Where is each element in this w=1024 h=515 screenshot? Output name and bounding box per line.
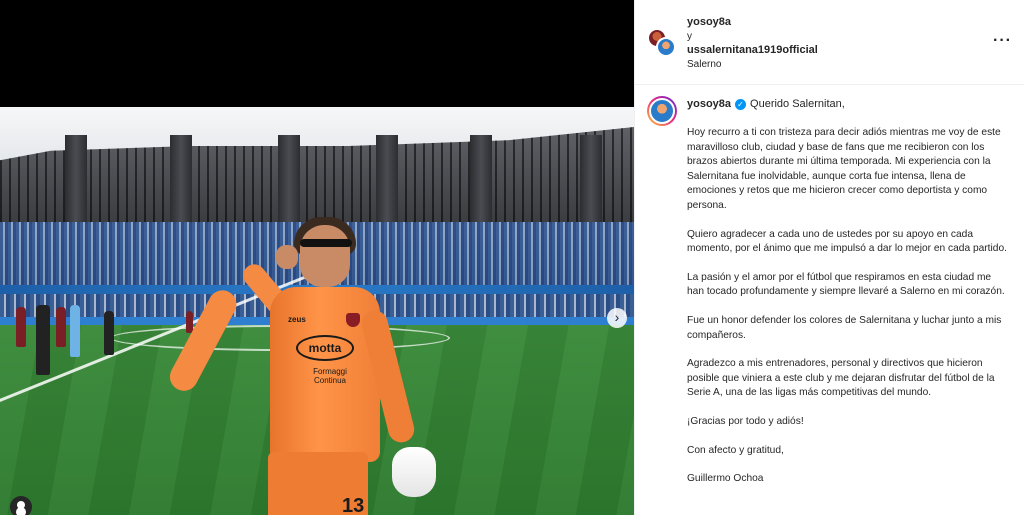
caption-paragraph: Agradezco a mis entrenadores, personal y…	[687, 358, 995, 399]
background-player	[104, 311, 114, 355]
caption-greeting: Querido Salernitan,	[750, 98, 845, 110]
caption-area: yosoy8a ✓ Querido Salernitan, Hoy recurr…	[635, 86, 1024, 515]
goalkeeper-figure: zeus motta Formaggi Continua 13	[164, 217, 450, 515]
kit-brand-label: zeus	[288, 315, 306, 324]
collab-avatars[interactable]	[647, 28, 677, 58]
caption-avatar[interactable]	[647, 96, 677, 126]
more-options-icon[interactable]: ···	[993, 32, 1012, 50]
caption-paragraph: Quiero agradecer a cada uno de ustedes p…	[687, 228, 1007, 255]
caption-paragraph: Con afecto y gratitud,	[687, 444, 784, 456]
post-sidebar: yosoy8a y ussalernitana1919official Sale…	[634, 0, 1024, 515]
caption-paragraph: ¡Gracias por todo y adiós!	[687, 415, 804, 427]
verified-badge-icon: ✓	[735, 98, 747, 110]
user-tags-icon[interactable]	[10, 496, 32, 515]
background-player	[36, 305, 50, 375]
carousel-next-button[interactable]: ›	[607, 308, 627, 328]
collab-conjunction: y	[687, 31, 692, 42]
player-hand	[276, 245, 298, 269]
post-location[interactable]: Salerno	[687, 59, 721, 70]
sponsor-sub-label: Formaggi Continua	[313, 367, 347, 385]
author-username[interactable]: yosoy8a	[687, 16, 731, 28]
background-player	[16, 307, 26, 347]
caption-username[interactable]: yosoy8a	[687, 98, 731, 110]
caption-signature: Guillermo Ochoa	[687, 473, 764, 485]
post-header: yosoy8a y ussalernitana1919official Sale…	[635, 0, 1024, 85]
avatar	[649, 98, 675, 124]
background-player	[70, 305, 80, 357]
caption-paragraph: Fue un honor defender los colores de Sal…	[687, 314, 1002, 341]
goalkeeper-glove	[392, 447, 436, 497]
caption-body: Hoy recurro a ti con tristeza para decir…	[687, 126, 1009, 501]
shirt-number: 13	[342, 495, 365, 515]
player-head	[300, 225, 350, 287]
background-player	[56, 307, 66, 347]
caption-header: yosoy8a ✓ Querido Salernitan,	[687, 98, 845, 110]
post-media: zeus motta Formaggi Continua 13 ›	[0, 0, 634, 515]
sponsor-logo: motta	[296, 335, 354, 361]
caption-paragraph: La pasión y el amor por el fútbol que re…	[687, 271, 1005, 298]
post-photo: zeus motta Formaggi Continua 13	[0, 107, 634, 515]
collaborator-username[interactable]: ussalernitana1919official	[687, 44, 818, 56]
avatar[interactable]	[656, 37, 676, 57]
player-headband	[300, 239, 352, 247]
caption-paragraph: Hoy recurro a ti con tristeza para decir…	[687, 127, 1001, 211]
club-crest	[346, 313, 360, 327]
